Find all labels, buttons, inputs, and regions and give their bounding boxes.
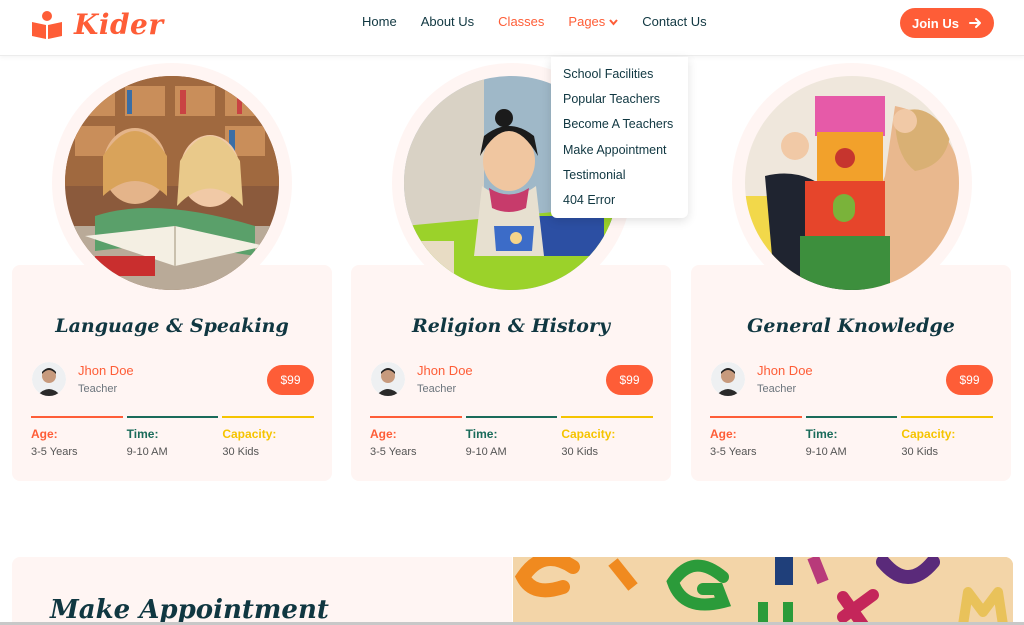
book-reader-icon [30,10,64,40]
brand-name: Kider [74,8,164,41]
teacher-role: Teacher [757,383,797,395]
teacher-name: Jhon Doe [757,363,813,378]
stat-capacity-value: 30 Kids [561,446,599,458]
pages-dropdown-menu: School Facilities Popular Teachers Becom… [551,57,688,218]
nav-contact-label: Contact Us [642,14,707,29]
stat-time-label: Time: [126,427,159,441]
class-stats: Age: 3-5 Years Time: 9-10 AM Capacity: 3… [370,416,654,458]
class-title[interactable]: General Knowledge [691,315,1011,337]
stat-time-value: 9-10 AM [805,446,847,458]
teacher-role: Teacher [78,383,118,395]
stat-capacity-value: 30 Kids [222,446,260,458]
nav-pages[interactable]: Pages [568,14,619,30]
appointment-image-letters [513,557,1013,625]
nav-classes-label: Classes [498,14,545,29]
nav-pages-label: Pages [568,14,606,29]
stat-age-value: 3-5 Years [370,446,417,458]
stat-capacity: Capacity: 30 Kids [901,416,994,458]
stat-capacity-value: 30 Kids [901,446,939,458]
teacher-avatar [711,362,745,396]
teacher-avatar [371,362,405,396]
price-badge: $99 [606,365,653,395]
dropdown-item-404-error[interactable]: 404 Error [551,192,688,217]
stat-age-label: Age: [31,427,58,441]
stat-time: Time: 9-10 AM [465,416,558,458]
class-card[interactable]: Language & Speaking Jhon Doe Teacher $99… [12,265,332,481]
appointment-panel: Make Appointment [12,557,512,625]
arrow-right-icon [968,18,981,28]
stat-age: Age: 3-5 Years [710,416,802,458]
teacher-info: Jhon Doe Teacher [32,362,134,396]
teacher-name: Jhon Doe [417,363,473,378]
stat-age: Age: 3-5 Years [31,416,123,458]
stat-time: Time: 9-10 AM [805,416,898,458]
chevron-down-icon [609,18,619,26]
class-image-girls-reading [65,76,279,290]
class-image-child-blocks [745,76,959,290]
class-title[interactable]: Religion & History [351,315,671,337]
stat-capacity: Capacity: 30 Kids [222,416,315,458]
price-badge: $99 [946,365,993,395]
appointment-title: Make Appointment [50,595,329,625]
join-us-label: Join Us [912,15,959,31]
stat-capacity: Capacity: 30 Kids [561,416,654,458]
dropdown-item-school-facilities[interactable]: School Facilities [551,66,688,91]
brand[interactable]: Kider [30,8,164,41]
nav-contact[interactable]: Contact Us [642,14,706,30]
stat-time-label: Time: [465,427,498,441]
nav-home[interactable]: Home [362,14,397,30]
nav-about[interactable]: About Us [421,14,474,30]
stat-time-value: 9-10 AM [126,446,168,458]
price-badge: $99 [267,365,314,395]
class-card[interactable]: Religion & History Jhon Doe Teacher $99 … [351,265,671,481]
join-us-button[interactable]: Join Us [900,8,994,38]
nav-home-label: Home [362,14,397,29]
dropdown-item-popular-teachers[interactable]: Popular Teachers [551,91,688,116]
nav-about-label: About Us [420,14,475,29]
dropdown-item-testimonial[interactable]: Testimonial [551,167,688,192]
dropdown-item-make-appointment[interactable]: Make Appointment [551,142,688,167]
stat-age-value: 3-5 Years [31,446,78,458]
stat-age-label: Age: [370,427,397,441]
stat-time: Time: 9-10 AM [126,416,219,458]
stat-time-label: Time: [805,427,838,441]
teacher-info: Jhon Doe Teacher [711,362,813,396]
dropdown-item-become-teachers[interactable]: Become A Teachers [551,116,688,141]
stat-capacity-label: Capacity: [901,427,956,441]
teacher-role: Teacher [417,383,457,395]
main-nav: Home About Us Classes Pages Contact Us [362,14,707,30]
stat-time-value: 9-10 AM [465,446,507,458]
stat-capacity-label: Capacity: [561,427,616,441]
teacher-avatar [32,362,66,396]
teacher-info: Jhon Doe Teacher [371,362,473,396]
class-card[interactable]: General Knowledge Jhon Doe Teacher $99 A… [691,265,1011,481]
stat-capacity-label: Capacity: [222,427,277,441]
stat-age-label: Age: [710,427,737,441]
nav-classes[interactable]: Classes [498,14,544,30]
navbar: Kider Home About Us Classes Pages Contac… [0,0,1024,56]
stat-age-value: 3-5 Years [710,446,757,458]
class-stats: Age: 3-5 Years Time: 9-10 AM Capacity: 3… [710,416,994,458]
class-stats: Age: 3-5 Years Time: 9-10 AM Capacity: 3… [31,416,315,458]
class-title[interactable]: Language & Speaking [12,315,332,337]
teacher-name: Jhon Doe [78,363,134,378]
stat-age: Age: 3-5 Years [370,416,462,458]
